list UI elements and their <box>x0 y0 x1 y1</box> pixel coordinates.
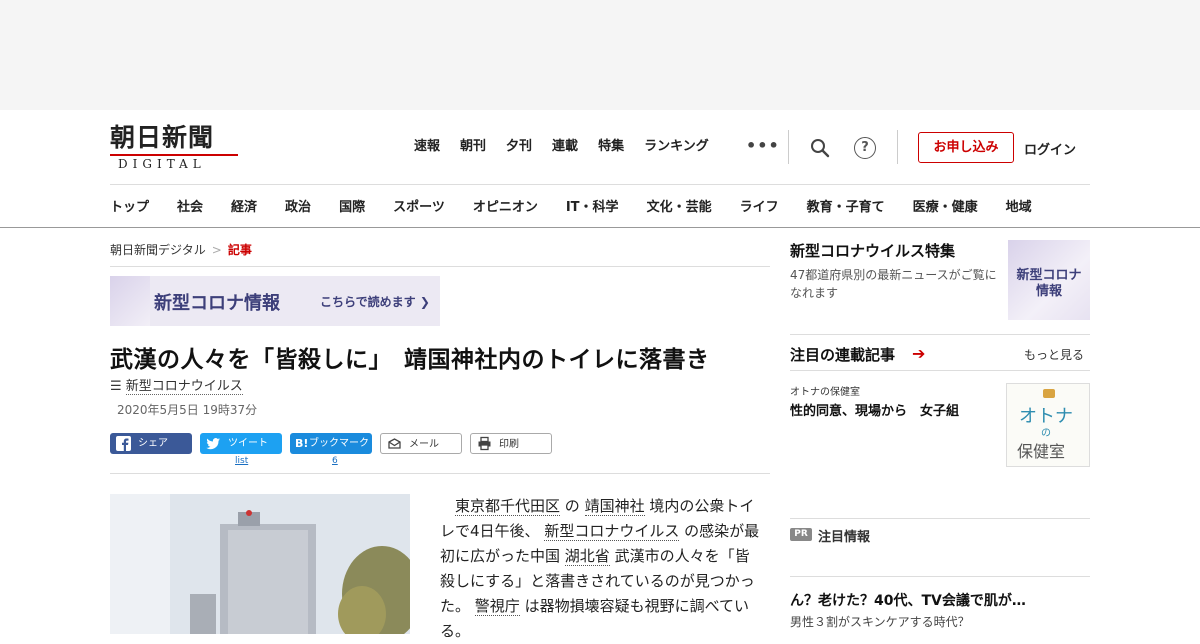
feature-thumbnail-text: 新型コロナ情報 <box>1016 268 1082 299</box>
more-menu-icon[interactable]: ••• <box>746 136 780 155</box>
link-chiyoda[interactable]: 東京都千代田区 <box>455 497 561 516</box>
bag-icon <box>1043 389 1055 398</box>
cat-opinion[interactable]: オピニオン <box>473 196 538 215</box>
series-headline[interactable]: 性的同意、現場から 女子組 <box>790 400 959 419</box>
link-police[interactable]: 警視庁 <box>474 597 520 616</box>
facebook-label: シェア <box>138 438 168 449</box>
link-yasukuni[interactable]: 靖国神社 <box>584 497 645 516</box>
series-thumbnail[interactable]: オトナ の 保健室 <box>1006 383 1090 467</box>
twitter-share-button[interactable]: ツイート <box>200 433 282 454</box>
series-more-link[interactable]: もっと見る <box>1024 346 1084 363</box>
feature-title[interactable]: 新型コロナウイルス特集 <box>790 240 955 261</box>
cat-health[interactable]: 医療・健康 <box>913 196 978 215</box>
topnav-yuukan[interactable]: 夕刊 <box>506 138 532 156</box>
cat-it-science[interactable]: IT・科学 <box>566 196 619 215</box>
top-ad-area <box>0 0 1200 110</box>
logo-title: 朝日新聞 <box>110 123 215 152</box>
topnav-sokuho[interactable]: 速報 <box>414 138 440 156</box>
login-link[interactable]: ログイン <box>1024 139 1076 158</box>
site-header: 朝日新聞 DIGITAL 速報 朝刊 夕刊 連載 特集 ランキング ••• ? … <box>0 110 1200 228</box>
breadcrumb-home[interactable]: 朝日新聞デジタル <box>110 243 206 257</box>
hatena-label: ブックマーク <box>309 438 369 449</box>
share-divider <box>110 473 770 474</box>
breadcrumb: 朝日新聞デジタル > 記事 <box>110 241 252 258</box>
nav-divider <box>788 130 789 164</box>
body-text-1: の <box>560 497 585 515</box>
twitter-count[interactable]: list <box>235 456 248 466</box>
breadcrumb-current: 記事 <box>227 243 252 257</box>
hatena-count[interactable]: 6 <box>332 456 338 466</box>
series-thumb-particle: の <box>1041 428 1051 439</box>
list-icon: ☰ <box>110 379 122 394</box>
cat-politics[interactable]: 政治 <box>285 196 311 215</box>
mail-share-button[interactable]: メール <box>380 433 462 454</box>
facebook-icon <box>116 436 131 451</box>
cat-sports[interactable]: スポーツ <box>393 196 445 215</box>
feature-thumbnail[interactable]: 新型コロナ情報 <box>1008 240 1090 320</box>
search-icon[interactable] <box>810 138 830 158</box>
cat-society[interactable]: 社会 <box>177 196 203 215</box>
hatena-bookmark-button[interactable]: B! ブックマーク <box>290 433 372 454</box>
series-category: オトナの保健室 <box>790 387 860 398</box>
link-coronavirus[interactable]: 新型コロナウイルス <box>544 522 680 541</box>
sidebar-divider <box>790 576 1090 577</box>
corona-banner[interactable]: 新型コロナ情報 こちらで読めます ❯ <box>110 276 440 326</box>
sidebar-divider <box>790 518 1090 519</box>
body-indent <box>440 497 455 515</box>
pr-section-title: 注目情報 <box>818 530 871 545</box>
tag-label: 新型コロナウイルス <box>125 379 243 395</box>
sidebar-divider <box>790 334 1090 335</box>
facebook-share-button[interactable]: シェア <box>110 433 192 454</box>
top-nav: 速報 朝刊 夕刊 連載 特集 ランキング <box>414 138 729 156</box>
cat-economy[interactable]: 経済 <box>231 196 257 215</box>
cat-life[interactable]: ライフ <box>740 196 779 215</box>
nav-divider <box>897 130 898 164</box>
header-divider <box>110 184 1090 185</box>
breadcrumb-divider <box>110 266 770 267</box>
banner-title: 新型コロナ情報 <box>154 293 280 314</box>
printer-icon <box>478 436 491 451</box>
article-body: 東京都千代田区 の 靖国神社 境内の公衆トイレで4日午後、 新型コロナウイルス … <box>440 494 760 644</box>
topnav-tokushu[interactable]: 特集 <box>598 138 624 156</box>
pr-article-subtitle: 男性３割がスキンケアする時代？ <box>790 615 970 629</box>
hatena-icon: B! <box>295 437 309 450</box>
topnav-rensai[interactable]: 連載 <box>552 138 578 156</box>
cat-education[interactable]: 教育・子育て <box>807 196 885 215</box>
pr-article-headline[interactable]: ん？老けた？40代、TV会議で肌が… <box>790 590 1026 610</box>
cat-culture[interactable]: 文化・芸能 <box>647 196 712 215</box>
link-hubei[interactable]: 湖北省 <box>564 547 610 566</box>
help-icon[interactable]: ? <box>854 137 876 159</box>
feature-description: 47都道府県別の最新ニュースがご覧になれます <box>790 268 997 300</box>
pr-badge: PR <box>790 528 812 541</box>
cat-international[interactable]: 国際 <box>339 196 365 215</box>
logo-rule <box>110 154 238 156</box>
banner-link: こちらで読めます ❯ <box>320 295 430 309</box>
article-tag[interactable]: ☰ 新型コロナウイルス <box>110 375 243 395</box>
twitter-icon <box>206 438 220 450</box>
banner-decoration <box>110 276 150 326</box>
arrow-right-icon: ➔ <box>912 344 926 363</box>
topnav-choukan[interactable]: 朝刊 <box>460 138 486 156</box>
mail-label: メール <box>409 439 439 450</box>
mail-icon <box>388 438 401 449</box>
cat-region[interactable]: 地域 <box>1006 196 1032 215</box>
topnav-ranking[interactable]: ランキング <box>644 138 709 156</box>
category-nav: トップ 社会 経済 政治 国際 スポーツ オピニオン IT・科学 文化・芸能 ラ… <box>110 196 1032 215</box>
print-label: 印刷 <box>499 439 519 450</box>
apply-button[interactable]: お申し込み <box>918 132 1014 163</box>
article-date: 2020年5月5日 19時37分 <box>117 403 258 417</box>
article-photo[interactable] <box>110 494 410 634</box>
logo-subtitle: DIGITAL <box>118 157 206 171</box>
article-headline: 武漢の人々を「皆殺しに」 靖国神社内のトイレに落書き <box>110 347 710 373</box>
breadcrumb-separator: > <box>211 243 222 257</box>
series-title: 注目の連載記事 <box>790 346 896 364</box>
site-logo[interactable]: 朝日新聞 DIGITAL <box>110 123 240 171</box>
sidebar-divider <box>790 370 1090 371</box>
building-photo-illustration <box>110 494 410 634</box>
cat-top[interactable]: トップ <box>110 196 149 215</box>
series-thumb-subtitle: 保健室 <box>1017 442 1066 461</box>
twitter-label: ツイート <box>228 438 268 449</box>
print-button[interactable]: 印刷 <box>470 433 552 454</box>
